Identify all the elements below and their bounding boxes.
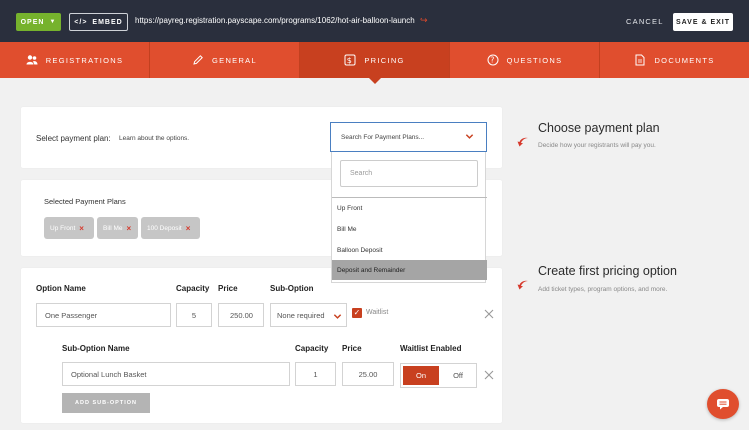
chat-button[interactable] bbox=[707, 389, 739, 419]
choose-plan-title: Choose payment plan bbox=[538, 121, 660, 135]
pricing-option-subtitle: Add ticket types, program options, and m… bbox=[538, 286, 668, 293]
sub-price-header: Price bbox=[342, 344, 362, 353]
close-icon[interactable] bbox=[484, 309, 494, 319]
remove-icon[interactable]: × bbox=[186, 224, 191, 233]
question-icon: ? bbox=[487, 54, 499, 66]
save-exit-button[interactable]: SAVE & EXIT bbox=[673, 13, 733, 31]
option-name-input[interactable]: One Passenger bbox=[36, 303, 171, 327]
capacity-header: Capacity bbox=[176, 284, 210, 293]
sub-option-header: Sub-Option bbox=[270, 284, 314, 293]
chip-label: Bill Me bbox=[103, 224, 123, 232]
capacity-input[interactable]: 5 bbox=[176, 303, 212, 327]
choose-plan-subtitle: Decide how your registrants will pay you… bbox=[538, 142, 656, 149]
payment-plan-select[interactable]: Search For Payment Plans... bbox=[330, 122, 487, 152]
sub-capacity-header: Capacity bbox=[295, 344, 329, 353]
option-name-header: Option Name bbox=[36, 284, 86, 293]
tab-label: DOCUMENTS bbox=[654, 55, 715, 65]
tab-label: REGISTRATIONS bbox=[45, 55, 124, 65]
sub-option-value: None required bbox=[277, 310, 325, 320]
svg-text:$: $ bbox=[347, 56, 353, 65]
embed-button[interactable]: </> EMBED bbox=[69, 13, 128, 31]
remove-icon[interactable]: × bbox=[79, 224, 84, 233]
sub-price-input[interactable]: 25.00 bbox=[342, 362, 394, 386]
dropdown-option[interactable]: Up Front bbox=[332, 198, 487, 218]
waitlist-label: Waitlist bbox=[366, 309, 389, 316]
add-sub-option-button[interactable]: ADD SUB-OPTION bbox=[62, 393, 150, 413]
arrow-left-icon bbox=[517, 137, 528, 147]
arrow-left-icon bbox=[517, 280, 528, 290]
chevron-down-icon bbox=[465, 134, 474, 139]
dropdown-option[interactable]: Balloon Deposit bbox=[332, 240, 487, 260]
payment-plan-label: Select payment plan: bbox=[36, 134, 111, 143]
users-icon bbox=[26, 55, 38, 65]
dropdown-search-input[interactable]: Search bbox=[340, 160, 478, 187]
dropdown-option[interactable]: Bill Me bbox=[332, 219, 487, 239]
toggle-off[interactable]: Off bbox=[441, 366, 475, 385]
section-tabs: REGISTRATIONS GENERAL $ PRICING ? QUESTI… bbox=[0, 42, 749, 84]
select-placeholder: Search For Payment Plans... bbox=[341, 133, 425, 141]
pencil-icon bbox=[193, 55, 203, 65]
embed-label: EMBED bbox=[92, 18, 123, 26]
open-label: OPEN bbox=[20, 18, 45, 26]
waitlist-checkbox[interactable]: ✓ bbox=[352, 308, 362, 318]
tab-registrations[interactable]: REGISTRATIONS bbox=[0, 42, 150, 78]
close-icon[interactable] bbox=[484, 370, 494, 380]
cancel-button[interactable]: CANCEL bbox=[626, 17, 664, 26]
svg-text:?: ? bbox=[490, 56, 495, 65]
dollar-icon: $ bbox=[344, 54, 356, 66]
edit-url-icon[interactable]: ↪ bbox=[420, 15, 428, 26]
sub-option-name-header: Sub-Option Name bbox=[62, 344, 130, 353]
top-bar: OPEN ▼ </> EMBED https://payreg.registra… bbox=[0, 0, 749, 42]
sub-option-name-input[interactable]: Optional Lunch Basket bbox=[62, 362, 290, 386]
pricing-option-title: Create first pricing option bbox=[538, 264, 677, 278]
chevron-down-icon: ▼ bbox=[49, 19, 57, 25]
selected-plans-title: Selected Payment Plans bbox=[44, 197, 126, 206]
waitlist-toggle: On Off bbox=[400, 363, 477, 388]
open-status-button[interactable]: OPEN ▼ bbox=[16, 13, 61, 31]
chat-icon bbox=[717, 399, 729, 410]
toggle-on[interactable]: On bbox=[403, 366, 439, 385]
sub-option-select[interactable]: None required bbox=[270, 303, 347, 327]
price-header: Price bbox=[218, 284, 238, 293]
chip-label: Up Front bbox=[50, 224, 76, 232]
tab-general[interactable]: GENERAL bbox=[150, 42, 300, 78]
tab-label: GENERAL bbox=[212, 55, 257, 65]
tab-label: PRICING bbox=[364, 55, 405, 65]
chevron-down-icon bbox=[333, 314, 342, 319]
learn-options-link[interactable]: Learn about the options. bbox=[119, 135, 189, 142]
sub-capacity-input[interactable]: 1 bbox=[295, 362, 336, 386]
chip-label: 100 Deposit bbox=[147, 224, 182, 232]
tab-questions[interactable]: ? QUESTIONS bbox=[450, 42, 600, 78]
waitlist-enabled-header: Waitlist Enabled bbox=[400, 344, 462, 353]
plan-chip: Bill Me × bbox=[97, 217, 138, 239]
plan-chip: 100 Deposit × bbox=[141, 217, 200, 239]
dropdown-option-highlighted[interactable]: Deposit and Remainder bbox=[332, 260, 487, 280]
payment-plan-dropdown: Search Up Front Bill Me Balloon Deposit … bbox=[331, 152, 487, 283]
tab-label: QUESTIONS bbox=[506, 55, 563, 65]
tab-pricing[interactable]: $ PRICING bbox=[300, 42, 450, 84]
code-icon: </> bbox=[74, 18, 88, 26]
tab-documents[interactable]: DOCUMENTS bbox=[600, 42, 749, 78]
document-icon bbox=[635, 54, 645, 66]
program-url[interactable]: https://payreg.registration.payscape.com… bbox=[135, 16, 415, 25]
plan-chip: Up Front × bbox=[44, 217, 94, 239]
price-input[interactable]: 250.00 bbox=[218, 303, 264, 327]
remove-icon[interactable]: × bbox=[127, 224, 132, 233]
